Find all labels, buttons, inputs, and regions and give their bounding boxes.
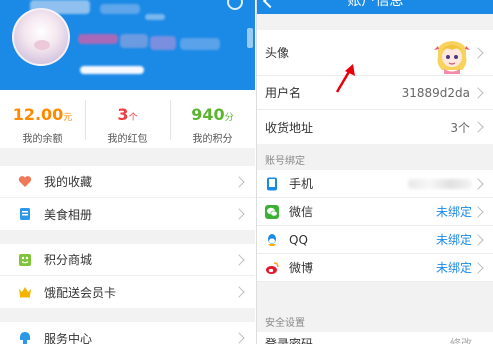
phone-icon — [265, 177, 279, 191]
binding-row-weibo[interactable]: 微博 未绑定 — [257, 254, 493, 282]
menu-item-food-album[interactable]: 美食相册 — [0, 198, 255, 230]
menu-item-favorites[interactable]: 我的收藏 — [0, 166, 255, 198]
points-unit: 分 — [224, 113, 234, 123]
binding-label: 微博 — [289, 261, 314, 275]
red-packet-label: 我的红包 — [107, 134, 148, 145]
menu-item-service-center[interactable]: 服务中心 — [0, 322, 255, 344]
account-info-block: 头像 用户名 31889d2da 收货地址 3个 — [257, 30, 493, 144]
avatar-label: 头像 — [265, 46, 290, 60]
chevron-right-icon — [233, 286, 245, 298]
username-label: 用户名 — [265, 86, 302, 100]
account-info-panel: 账户信息 头像 用户名 31889d2da 收货地址 3个 账号绑定 手机 微信… — [256, 0, 493, 344]
menu-item-points-mall[interactable]: 积分商城 — [0, 244, 255, 276]
menu-item-label: 美食相册 — [44, 207, 93, 222]
blurred-phone — [80, 66, 144, 74]
binding-status: 未绑定 — [435, 261, 472, 275]
security-row-label: 登录密码 — [265, 337, 314, 344]
chevron-right-icon — [472, 233, 484, 246]
binding-row-qq[interactable]: QQ 未绑定 — [257, 226, 493, 254]
menu-item-label: 饿配送会员卡 — [44, 285, 117, 300]
balance-label: 我的余额 — [22, 134, 63, 145]
chevron-right-icon — [472, 86, 484, 99]
chevron-right-icon — [472, 46, 484, 59]
red-packet-number: 3 — [117, 105, 129, 124]
account-binding-list: 手机 微信 未绑定 QQ 未绑定 微博 未绑定 — [257, 170, 493, 282]
points-number: 940 — [191, 105, 225, 124]
points-label: 我的积分 — [192, 134, 233, 145]
username-row[interactable]: 用户名 31889d2da — [257, 76, 493, 110]
blurred-phone-number — [408, 178, 472, 189]
menu-group-service: 服务中心 — [0, 322, 255, 344]
menu-group-shop: 积分商城 饿配送会员卡 — [0, 244, 255, 308]
chevron-right-icon — [472, 205, 484, 218]
chevron-right-icon[interactable] — [247, 28, 253, 48]
blurred-text — [180, 38, 220, 50]
blurred-text — [120, 34, 148, 48]
account-stats: 12.00元 我的余额 3个 我的红包 940分 我的积分 — [0, 90, 255, 148]
chevron-right-icon — [233, 208, 245, 220]
blurred-text — [78, 34, 118, 44]
blurred-text — [145, 14, 165, 20]
security-row-value: 修改 — [450, 337, 472, 344]
avatar[interactable] — [12, 8, 70, 66]
crown-icon — [18, 285, 32, 299]
avatar-row[interactable]: 头像 — [257, 30, 493, 76]
red-packet-value: 3个 — [85, 106, 170, 127]
binding-label: 手机 — [289, 177, 314, 191]
balance-number: 12.00 — [12, 105, 64, 124]
profile-header — [0, 0, 255, 90]
address-row[interactable]: 收货地址 3个 — [257, 110, 493, 144]
service-icon — [18, 331, 32, 344]
username-value: 31889d2da — [401, 85, 470, 100]
binding-label: 微信 — [289, 205, 314, 219]
wechat-icon — [265, 204, 279, 219]
section-label-security: 安全设置 — [265, 318, 305, 329]
menu-item-label: 服务中心 — [44, 331, 93, 344]
menu-group-favorites: 我的收藏 美食相册 — [0, 166, 255, 230]
chevron-right-icon — [233, 332, 245, 344]
balance-value: 12.00元 — [0, 106, 85, 127]
balance-unit: 元 — [63, 113, 73, 123]
red-packet-unit: 个 — [128, 113, 138, 123]
chevron-right-icon — [472, 177, 484, 190]
binding-status: 未绑定 — [435, 233, 472, 247]
points-value: 940分 — [170, 106, 255, 127]
points-stat[interactable]: 940分 我的积分 — [170, 90, 255, 148]
section-label-binding: 账号绑定 — [265, 156, 305, 167]
blurred-text — [150, 36, 176, 50]
page-title: 账户信息 — [347, 0, 404, 9]
chevron-right-icon — [472, 121, 484, 133]
menu-item-label: 我的收藏 — [44, 175, 93, 189]
blurred-text — [100, 4, 140, 14]
balance-stat[interactable]: 12.00元 我的余额 — [0, 90, 85, 148]
my-account-panel: 12.00元 我的余额 3个 我的红包 940分 我的积分 我的收藏 美食相册 … — [0, 0, 255, 344]
binding-row-phone[interactable]: 手机 — [257, 170, 493, 198]
album-icon — [18, 207, 32, 221]
weibo-icon — [265, 261, 279, 275]
red-packet-stat[interactable]: 3个 我的红包 — [85, 90, 170, 148]
security-row[interactable]: 登录密码 修改 — [257, 332, 493, 344]
binding-label: QQ — [289, 232, 308, 247]
annotation-arrow-icon — [335, 64, 355, 93]
binding-status: 未绑定 — [435, 205, 472, 219]
chevron-right-icon — [472, 261, 484, 274]
gear-icon[interactable] — [227, 0, 243, 10]
shop-icon — [18, 253, 32, 267]
top-navbar: 账户信息 — [257, 0, 493, 14]
chevron-right-icon — [233, 175, 245, 188]
address-value: 3个 — [450, 120, 470, 135]
menu-item-vip-card[interactable]: 饿配送会员卡 — [0, 276, 255, 308]
heart-icon — [18, 175, 32, 189]
chevron-right-icon — [233, 253, 245, 266]
avatar[interactable] — [432, 36, 472, 76]
address-label: 收货地址 — [265, 120, 314, 135]
qq-icon — [265, 233, 279, 247]
menu-item-label: 积分商城 — [44, 253, 93, 267]
binding-row-wechat[interactable]: 微信 未绑定 — [257, 198, 493, 226]
